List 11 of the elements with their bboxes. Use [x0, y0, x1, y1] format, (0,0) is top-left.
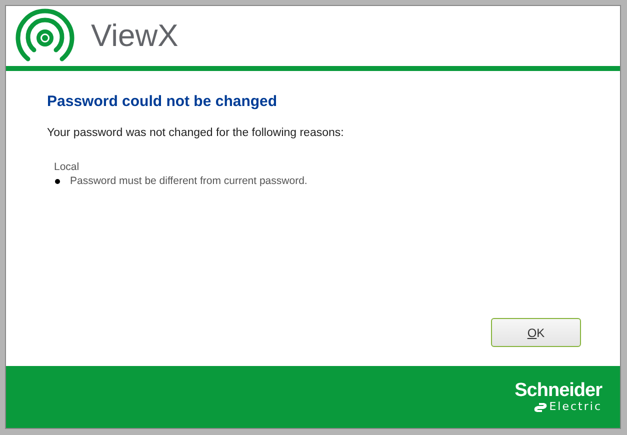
- bullet-icon: [55, 178, 60, 184]
- message-text: Your password was not changed for the following reasons:: [47, 127, 345, 139]
- reason-source: Local: [54, 161, 80, 173]
- brand-name: Schneider: [514, 381, 602, 401]
- dialog-heading: Password could not be changed: [47, 93, 278, 110]
- reason-text: Password must be different from current password.: [70, 175, 308, 187]
- brand-subtitle: Electric: [549, 401, 602, 413]
- wireless-signal-icon: [15, 8, 75, 64]
- brand-mark-icon: [534, 402, 548, 412]
- ok-button[interactable]: OK: [491, 318, 581, 347]
- app-title: ViewX: [91, 18, 178, 54]
